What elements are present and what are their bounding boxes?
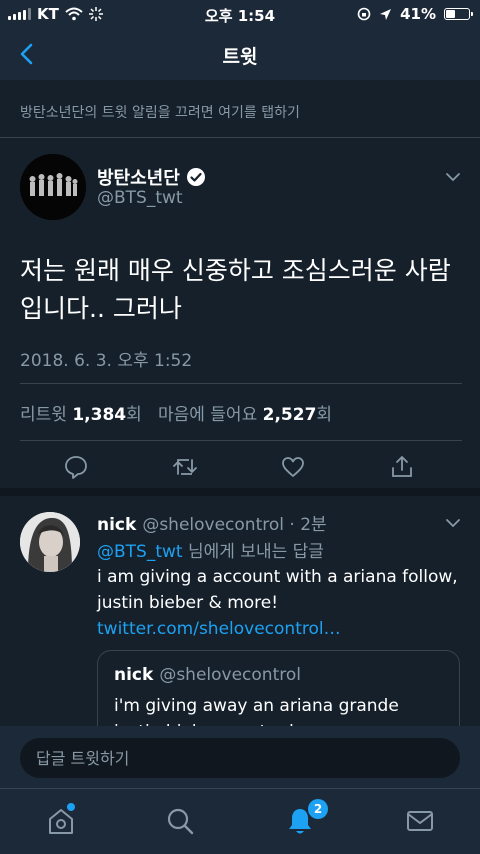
like-heart-icon[interactable] — [280, 454, 306, 480]
reply-body: i am giving a account with a ariana foll… — [97, 567, 458, 613]
nav-bar: 트윗 — [0, 28, 480, 80]
rotation-lock-icon — [357, 7, 371, 21]
reply-header: nick @shelovecontrol · 2분 — [97, 510, 327, 535]
retweet-label: 리트윗 — [20, 405, 67, 425]
tweet-timestamp: 2018. 6. 3. 오후 1:52 — [20, 351, 193, 371]
retweet-count[interactable]: 1,384 — [72, 405, 126, 425]
like-unit: 회 — [316, 405, 333, 425]
reply-input[interactable] — [20, 738, 460, 778]
tweet-text: 저는 원래 매우 신중하고 조심스러운 사람입니다.. 그러나 — [20, 256, 451, 323]
quote-author-name: nick — [114, 665, 154, 685]
avatar-photo-icon — [20, 512, 80, 572]
tweet-actions — [0, 454, 480, 484]
like-count[interactable]: 2,527 — [263, 405, 317, 425]
quote-author-handle: @shelovecontrol — [159, 665, 301, 685]
quote-header: nick @shelovecontrol — [114, 665, 443, 685]
avatar[interactable] — [20, 154, 86, 220]
divider — [20, 440, 462, 441]
reply-icon[interactable] — [63, 454, 89, 480]
tweet-stats: 리트윗 1,384회 마음에 들어요 2,527회 — [20, 400, 332, 425]
messages-envelope-icon[interactable] — [404, 805, 436, 837]
author-name[interactable]: 방탄소년단 — [97, 164, 206, 190]
status-right: 41% — [357, 5, 473, 23]
status-bar: KT 오후 1:54 41% — [0, 0, 480, 28]
replying-to-suffix: 님에게 보내는 답글 — [182, 542, 324, 562]
chevron-down-icon[interactable] — [444, 168, 462, 186]
battery-icon — [444, 8, 473, 20]
reply-author-handle[interactable]: @shelovecontrol — [142, 515, 284, 535]
share-icon[interactable] — [389, 454, 415, 480]
location-arrow-icon — [380, 8, 392, 20]
notification-toggle-prompt[interactable]: 방탄소년단의 트윗 알림을 끄려면 여기를 탭하기 — [0, 80, 480, 138]
replying-to-handle[interactable]: @BTS_twt — [97, 542, 183, 562]
like-label: 마음에 들어요 — [157, 405, 258, 425]
search-icon[interactable] — [164, 805, 196, 837]
divider — [20, 383, 462, 384]
main-tweet: 방탄소년단 @BTS_twt 저는 원래 매우 신중하고 조심스러운 사람입니다… — [0, 138, 480, 496]
quoted-tweet[interactable]: nick @shelovecontrol i'm giving away an a… — [97, 650, 460, 726]
battery-level — [446, 10, 455, 18]
verified-badge-icon — [186, 168, 205, 186]
retweet-unit: 회 — [126, 405, 142, 425]
tab-bar: 2 — [0, 788, 480, 854]
battery-percent: 41% — [400, 5, 436, 23]
avatar-photo-icon — [20, 154, 86, 220]
quote-text: i'm giving away an ariana grande justin … — [114, 696, 399, 726]
reply-composer — [0, 726, 480, 788]
retweet-icon[interactable] — [172, 454, 198, 480]
reply-text: i am giving a account with a ariana foll… — [97, 564, 467, 642]
replying-to: @BTS_twt 님에게 보내는 답글 — [97, 537, 324, 562]
reply-tweet[interactable]: nick @shelovecontrol · 2분 @BTS_twt 님에게 보내… — [0, 496, 480, 726]
reply-age: · 2분 — [289, 515, 327, 535]
author-handle[interactable]: @BTS_twt — [97, 188, 183, 208]
author-name-label: 방탄소년단 — [97, 168, 180, 189]
chevron-down-icon[interactable] — [444, 514, 462, 532]
reply-author-name[interactable]: nick — [97, 515, 136, 535]
page-title: 트윗 — [222, 46, 258, 68]
reply-link[interactable]: twitter.com/shelovecontrol… — [97, 616, 467, 642]
notifications-badge: 2 — [308, 799, 328, 819]
avatar[interactable] — [20, 512, 80, 572]
home-unread-dot — [67, 803, 75, 811]
